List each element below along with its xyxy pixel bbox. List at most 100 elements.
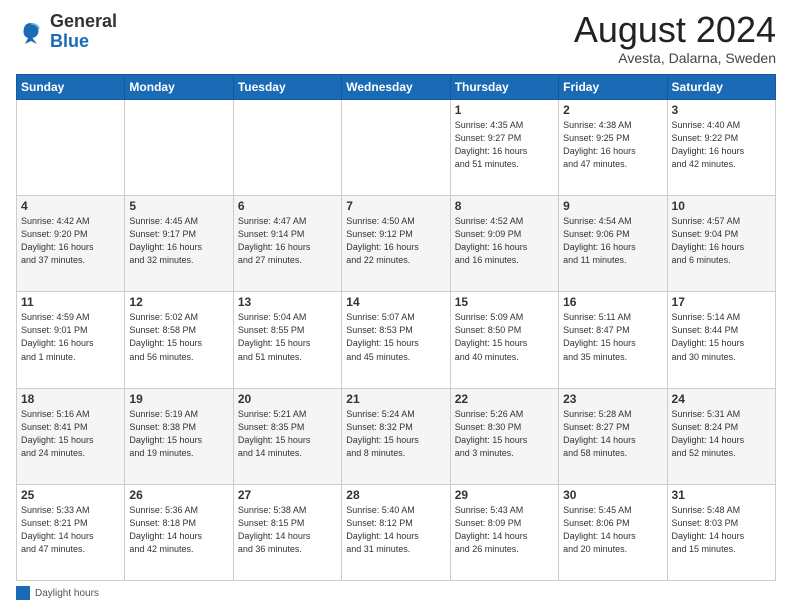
calendar-week-row: 11Sunrise: 4:59 AM Sunset: 9:01 PM Dayli…: [17, 292, 776, 388]
day-info: Sunrise: 5:19 AM Sunset: 8:38 PM Dayligh…: [129, 408, 228, 460]
day-number: 22: [455, 392, 554, 406]
day-info: Sunrise: 4:59 AM Sunset: 9:01 PM Dayligh…: [21, 311, 120, 363]
day-number: 29: [455, 488, 554, 502]
day-number: 2: [563, 103, 662, 117]
day-number: 21: [346, 392, 445, 406]
logo-general: General: [50, 11, 117, 31]
day-info: Sunrise: 5:38 AM Sunset: 8:15 PM Dayligh…: [238, 504, 337, 556]
calendar-table: SundayMondayTuesdayWednesdayThursdayFrid…: [16, 74, 776, 581]
day-number: 8: [455, 199, 554, 213]
day-number: 9: [563, 199, 662, 213]
calendar-cell: 20Sunrise: 5:21 AM Sunset: 8:35 PM Dayli…: [233, 388, 341, 484]
day-number: 19: [129, 392, 228, 406]
calendar-cell: 29 Sunrise: 5:43 AM Sunset: 8:09 PM Dayli…: [450, 484, 558, 580]
calendar-week-row: 1Sunrise: 4:35 AM Sunset: 9:27 PM Daylig…: [17, 100, 776, 196]
calendar-week-row: 25 Sunrise: 5:33 AM Sunset: 8:21 PM Dayli…: [17, 484, 776, 580]
calendar-cell: 7 Sunrise: 4:50 AM Sunset: 9:12 PM Daylig…: [342, 196, 450, 292]
calendar-day-header: Saturday: [667, 75, 775, 100]
day-info: Sunrise: 4:57 AM Sunset: 9:04 PM Dayligh…: [672, 215, 771, 267]
calendar-day-header: Wednesday: [342, 75, 450, 100]
day-info: Sunrise: 5:16 AM Sunset: 8:41 PM Dayligh…: [21, 408, 120, 460]
day-info: Sunrise: 4:52 AM Sunset: 9:09 PM Dayligh…: [455, 215, 554, 267]
day-info: Sunrise: 5:36 AM Sunset: 8:18 PM Dayligh…: [129, 504, 228, 556]
day-info: Sunrise: 5:07 AM Sunset: 8:53 PM Dayligh…: [346, 311, 445, 363]
calendar-cell: 21 Sunrise: 5:24 AM Sunset: 8:32 PM Dayli…: [342, 388, 450, 484]
day-number: 23: [563, 392, 662, 406]
day-number: 20: [238, 392, 337, 406]
day-number: 13: [238, 295, 337, 309]
calendar-cell: 24Sunrise: 5:31 AM Sunset: 8:24 PM Dayli…: [667, 388, 775, 484]
calendar-cell: 31 Sunrise: 5:48 AM Sunset: 8:03 PM Dayli…: [667, 484, 775, 580]
day-number: 31: [672, 488, 771, 502]
day-number: 5: [129, 199, 228, 213]
day-number: 18: [21, 392, 120, 406]
day-info: Sunrise: 4:40 AM Sunset: 9:22 PM Dayligh…: [672, 119, 771, 171]
calendar-cell: 11Sunrise: 4:59 AM Sunset: 9:01 PM Dayli…: [17, 292, 125, 388]
day-number: 14: [346, 295, 445, 309]
day-info: Sunrise: 5:02 AM Sunset: 8:58 PM Dayligh…: [129, 311, 228, 363]
day-number: 26: [129, 488, 228, 502]
calendar-cell: 8 Sunrise: 4:52 AM Sunset: 9:09 PM Daylig…: [450, 196, 558, 292]
calendar-cell: 15 Sunrise: 5:09 AM Sunset: 8:50 PM Dayli…: [450, 292, 558, 388]
calendar-cell: 14 Sunrise: 5:07 AM Sunset: 8:53 PM Dayli…: [342, 292, 450, 388]
day-info: Sunrise: 5:24 AM Sunset: 8:32 PM Dayligh…: [346, 408, 445, 460]
calendar-cell: 3Sunrise: 4:40 AM Sunset: 9:22 PM Daylig…: [667, 100, 775, 196]
calendar-cell: 10 Sunrise: 4:57 AM Sunset: 9:04 PM Dayli…: [667, 196, 775, 292]
calendar-cell: 26 Sunrise: 5:36 AM Sunset: 8:18 PM Dayli…: [125, 484, 233, 580]
calendar-cell: 27 Sunrise: 5:38 AM Sunset: 8:15 PM Dayli…: [233, 484, 341, 580]
calendar-cell: 9 Sunrise: 4:54 AM Sunset: 9:06 PM Daylig…: [559, 196, 667, 292]
day-number: 17: [672, 295, 771, 309]
calendar-cell: 18 Sunrise: 5:16 AM Sunset: 8:41 PM Dayli…: [17, 388, 125, 484]
logo-icon: [16, 17, 46, 47]
calendar-cell: 1Sunrise: 4:35 AM Sunset: 9:27 PM Daylig…: [450, 100, 558, 196]
logo: General Blue: [16, 12, 117, 52]
day-number: 15: [455, 295, 554, 309]
day-info: Sunrise: 5:43 AM Sunset: 8:09 PM Dayligh…: [455, 504, 554, 556]
location: Avesta, Dalarna, Sweden: [574, 50, 776, 66]
day-number: 6: [238, 199, 337, 213]
day-number: 12: [129, 295, 228, 309]
calendar-cell: 30 Sunrise: 5:45 AM Sunset: 8:06 PM Dayli…: [559, 484, 667, 580]
day-info: Sunrise: 4:47 AM Sunset: 9:14 PM Dayligh…: [238, 215, 337, 267]
calendar-day-header: Thursday: [450, 75, 558, 100]
day-info: Sunrise: 4:42 AM Sunset: 9:20 PM Dayligh…: [21, 215, 120, 267]
day-number: 30: [563, 488, 662, 502]
day-info: Sunrise: 5:04 AM Sunset: 8:55 PM Dayligh…: [238, 311, 337, 363]
day-info: Sunrise: 4:54 AM Sunset: 9:06 PM Dayligh…: [563, 215, 662, 267]
calendar-day-header: Tuesday: [233, 75, 341, 100]
calendar-cell: 13 Sunrise: 5:04 AM Sunset: 8:55 PM Dayli…: [233, 292, 341, 388]
calendar-cell: 25 Sunrise: 5:33 AM Sunset: 8:21 PM Dayli…: [17, 484, 125, 580]
day-number: 10: [672, 199, 771, 213]
logo-text: General Blue: [50, 12, 117, 52]
daylight-legend: Daylight hours: [16, 586, 99, 600]
day-number: 27: [238, 488, 337, 502]
calendar-day-header: Friday: [559, 75, 667, 100]
title-area: August 2024 Avesta, Dalarna, Sweden: [574, 12, 776, 66]
day-info: Sunrise: 5:09 AM Sunset: 8:50 PM Dayligh…: [455, 311, 554, 363]
calendar-header-row: SundayMondayTuesdayWednesdayThursdayFrid…: [17, 75, 776, 100]
calendar-week-row: 4 Sunrise: 4:42 AM Sunset: 9:20 PM Daylig…: [17, 196, 776, 292]
calendar-cell: 23Sunrise: 5:28 AM Sunset: 8:27 PM Dayli…: [559, 388, 667, 484]
day-info: Sunrise: 4:45 AM Sunset: 9:17 PM Dayligh…: [129, 215, 228, 267]
day-number: 7: [346, 199, 445, 213]
calendar-cell: 2Sunrise: 4:38 AM Sunset: 9:25 PM Daylig…: [559, 100, 667, 196]
day-info: Sunrise: 4:50 AM Sunset: 9:12 PM Dayligh…: [346, 215, 445, 267]
logo-blue: Blue: [50, 31, 89, 51]
day-info: Sunrise: 5:45 AM Sunset: 8:06 PM Dayligh…: [563, 504, 662, 556]
day-number: 25: [21, 488, 120, 502]
calendar-cell: 12 Sunrise: 5:02 AM Sunset: 8:58 PM Dayli…: [125, 292, 233, 388]
day-info: Sunrise: 5:26 AM Sunset: 8:30 PM Dayligh…: [455, 408, 554, 460]
day-info: Sunrise: 5:40 AM Sunset: 8:12 PM Dayligh…: [346, 504, 445, 556]
day-info: Sunrise: 5:33 AM Sunset: 8:21 PM Dayligh…: [21, 504, 120, 556]
day-info: Sunrise: 4:35 AM Sunset: 9:27 PM Dayligh…: [455, 119, 554, 171]
calendar-cell: 17Sunrise: 5:14 AM Sunset: 8:44 PM Dayli…: [667, 292, 775, 388]
day-number: 28: [346, 488, 445, 502]
day-number: 24: [672, 392, 771, 406]
calendar-cell: 22 Sunrise: 5:26 AM Sunset: 8:30 PM Dayli…: [450, 388, 558, 484]
calendar-cell: 4 Sunrise: 4:42 AM Sunset: 9:20 PM Daylig…: [17, 196, 125, 292]
day-number: 16: [563, 295, 662, 309]
day-info: Sunrise: 5:48 AM Sunset: 8:03 PM Dayligh…: [672, 504, 771, 556]
day-number: 4: [21, 199, 120, 213]
calendar-cell: 5 Sunrise: 4:45 AM Sunset: 9:17 PM Daylig…: [125, 196, 233, 292]
calendar-day-header: Monday: [125, 75, 233, 100]
